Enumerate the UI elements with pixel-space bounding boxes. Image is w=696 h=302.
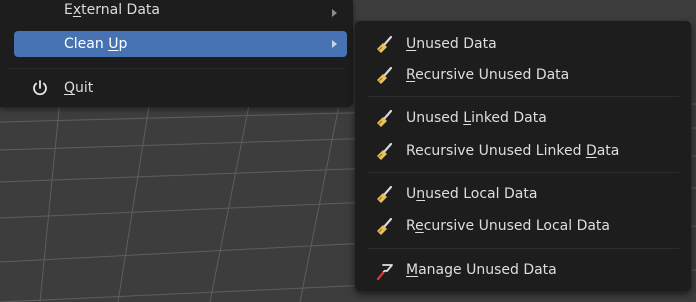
broom-icon [377,217,393,235]
menu-item-recursive-unused-data[interactable]: Recursive Unused Data [361,61,685,89]
menu-item-recursive-unused-local-data[interactable]: Recursive Unused Local Data [361,212,685,240]
clean-up-submenu: Unused Data Recursive Unused Data Unused… [355,21,691,291]
menu-item-label: Unused Local Data [406,186,538,202]
menu-separator [367,172,679,173]
orphan-data-icon [376,264,393,281]
menu-item-label: Quit [64,80,94,96]
submenu-arrow-icon [332,40,337,48]
menu-item-label: External Data [64,2,160,18]
menu-item-manage-unused-data[interactable]: Manage Unused Data [361,256,685,284]
menu-item-label: Recursive Unused Data [406,67,570,83]
menu-item-external-data[interactable]: External Data [14,0,347,26]
broom-icon [377,142,393,160]
menu-item-unused-data[interactable]: Unused Data [361,30,685,58]
menu-item-label: Manage Unused Data [406,262,557,278]
menu-item-label: Unused Data [406,36,497,52]
file-menu: External Data Clean Up Quit [0,0,353,107]
broom-icon [377,109,393,127]
broom-icon [377,35,393,53]
menu-item-unused-linked-data[interactable]: Unused Linked Data [361,104,685,132]
menu-item-unused-local-data[interactable]: Unused Local Data [361,180,685,208]
menu-item-label: Unused Linked Data [406,110,547,126]
broom-icon [377,185,393,203]
menu-item-label: Recursive Unused Local Data [406,218,610,234]
menu-item-label: Clean Up [64,36,128,52]
menu-item-recursive-unused-linked-data[interactable]: Recursive Unused Linked Data [361,137,685,165]
menu-item-clean-up[interactable]: Clean Up [14,31,347,57]
broom-icon [377,66,393,84]
menu-separator [367,248,679,249]
power-icon [33,80,47,96]
menu-item-quit[interactable]: Quit [14,75,347,101]
menu-separator [367,96,679,97]
submenu-arrow-icon [332,9,337,17]
menu-separator [8,68,345,69]
menu-item-label: Recursive Unused Linked Data [406,143,620,159]
